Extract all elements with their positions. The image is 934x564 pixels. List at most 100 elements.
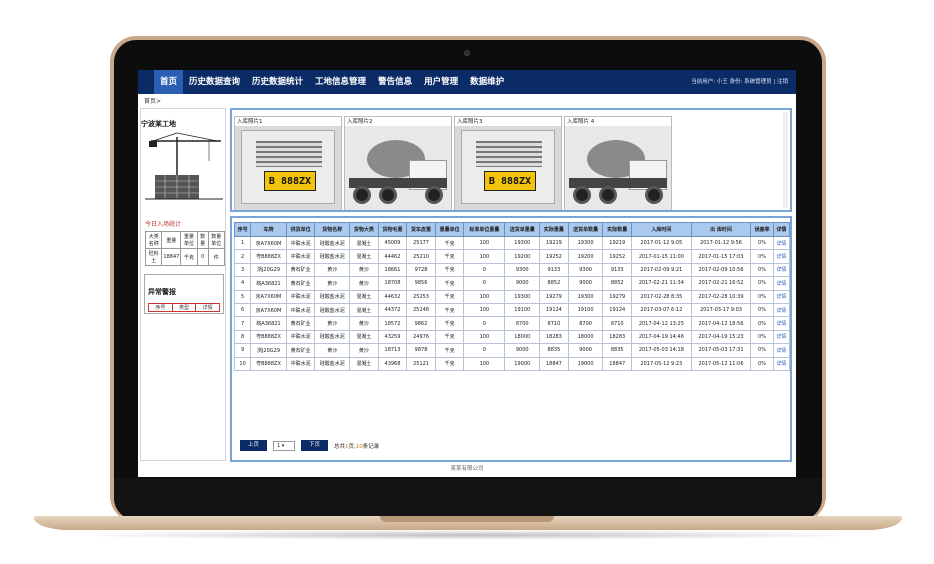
laptop-shadow	[60, 530, 876, 540]
table-cell: 皖A36821	[250, 276, 287, 291]
license-plate: B 888ZX	[484, 171, 536, 191]
table-cell: 2017-02-28 8:35	[631, 289, 692, 304]
photo-4[interactable]: 入库照片 4	[564, 116, 672, 210]
detail-link[interactable]: 详情	[772, 316, 791, 331]
column-header-10: 实际重量	[539, 222, 569, 237]
table-cell: 0	[463, 262, 506, 278]
table-cell: 19200	[504, 249, 541, 264]
photo-scrollbar[interactable]	[783, 112, 788, 208]
detail-link[interactable]: 详情	[772, 289, 791, 304]
table-cell: 硅酸盐水泥	[314, 356, 351, 371]
next-page-button[interactable]: 下页	[301, 440, 329, 451]
truck-grille	[256, 141, 322, 167]
photo-1[interactable]: 入库照片1 B 888ZX	[234, 116, 342, 210]
pager-summary: 总共1页,10条记录	[334, 442, 379, 450]
table-cell: 9000	[567, 343, 604, 358]
column-header-4: 货物大类	[349, 222, 379, 237]
detail-link[interactable]: 详情	[772, 329, 791, 345]
pager-summary-mid: 页,	[348, 443, 356, 450]
today-stat-table: 大类名称 重量 重量单位 数量 数量单位 砼料土 18847 千克 0 件	[144, 231, 226, 266]
nav-tab-3[interactable]: 工地信息管理	[309, 70, 372, 94]
table-cell: 2017-03-07 6:12	[631, 302, 692, 318]
table-cell: 粤B888ZX	[250, 356, 287, 371]
stat-header-2: 重量单位	[180, 231, 198, 249]
table-cell: 黄石矿业	[285, 343, 316, 358]
table-cell: 京A7X60M	[250, 235, 287, 251]
truck-front-image: B 888ZX	[461, 130, 555, 204]
photo-3[interactable]: 入库照片3 B 888ZX	[454, 116, 562, 210]
license-plate: B 888ZX	[264, 171, 316, 191]
breadcrumb[interactable]: 首页>	[144, 96, 161, 105]
detail-link[interactable]: 详情	[772, 276, 791, 291]
site-title: 宁波某工地	[141, 120, 176, 128]
table-cell: 0	[463, 343, 506, 358]
table-cell: 18847	[602, 356, 633, 371]
table-cell: 浙J20G29	[250, 262, 287, 278]
table-cell: 0%	[750, 302, 774, 318]
photo-2[interactable]: 入库照片2	[344, 116, 452, 210]
detail-link[interactable]: 详情	[772, 343, 791, 358]
alarm-table: 序号 类型 详情	[148, 303, 220, 312]
table-cell: 千克	[434, 302, 465, 318]
table-row: 1 京A7X60M 中联水泥 硅酸盐水泥 混凝土 45009 25177 千克 100 19300…	[233, 235, 791, 251]
table-cell: 2	[233, 249, 252, 264]
table-cell: 9	[233, 343, 252, 358]
table-cell: 京A7X60M	[250, 289, 287, 304]
stat-cell-2: 千克	[180, 248, 198, 266]
table-row: 10 粤B888ZX 中联水泥 硅酸盐水泥 混凝土 43968 25121 千克 100 1900…	[233, 356, 791, 371]
table-cell: 19100	[567, 302, 604, 318]
table-cell: 黄沙	[314, 316, 351, 331]
table-row: 3 浙J20G29 黄石矿业 黄沙 黄沙 18661 9728 千克 0 9300 9133 9300…	[233, 262, 791, 278]
table-cell: 8835	[539, 343, 569, 358]
detail-link[interactable]: 详情	[772, 302, 791, 318]
table-cell: 3	[233, 262, 252, 278]
detail-link[interactable]: 详情	[772, 235, 791, 251]
table-cell: 0%	[750, 316, 774, 331]
footer: 某某有限公司	[450, 466, 484, 472]
table-cell: 黄沙	[314, 262, 351, 278]
table-cell: 18572	[377, 316, 408, 331]
table-cell: 9000	[504, 276, 541, 291]
table-cell: 2017-05-03 17:31	[690, 343, 752, 358]
table-cell: 19279	[602, 289, 633, 304]
table-cell: 皖A36821	[250, 316, 287, 331]
detail-link[interactable]: 详情	[772, 262, 791, 278]
nav-tab-2[interactable]: 历史数据统计	[246, 70, 309, 94]
table-row: 8 粤B888ZX 中联水泥 硅酸盐水泥 混凝土 43259 24976 千克 100 18000…	[233, 329, 791, 345]
table-cell: 黄沙	[349, 262, 379, 278]
table-cell: 黄石矿业	[285, 262, 316, 278]
nav-tab-6[interactable]: 数据维护	[464, 70, 510, 94]
detail-link[interactable]: 详情	[772, 249, 791, 264]
prev-page-button[interactable]: 上页	[240, 440, 268, 451]
page-select[interactable]: 1 ▾	[273, 440, 296, 451]
column-header-9: 送货单重量	[504, 222, 541, 237]
table-cell: 7	[233, 316, 252, 331]
photo-image: B 888ZX	[455, 126, 561, 210]
table-cell: 中联水泥	[285, 356, 316, 371]
nav-tabs: 首页 历史数据查询 历史数据统计 工地信息管理 警告信息 用户管理 数据维护	[154, 70, 510, 94]
pager-summary-prefix: 总共	[334, 443, 346, 450]
table-cell: 硅酸盐水泥	[314, 289, 351, 304]
table-cell: 100	[463, 302, 506, 318]
alarm-header-1: 类型	[171, 303, 197, 312]
detail-link[interactable]: 详情	[772, 356, 791, 371]
table-cell: 0%	[750, 249, 774, 264]
column-header-15: 误差率	[750, 222, 774, 237]
column-header-5: 货物毛重	[377, 222, 408, 237]
table-cell: 黄石矿业	[285, 276, 316, 291]
table-cell: 18000	[567, 329, 604, 345]
nav-tab-0[interactable]: 首页	[154, 70, 184, 94]
table-cell: 25248	[406, 302, 436, 318]
table-cell: 19219	[602, 235, 633, 251]
user-info[interactable]: 当前用户: 小王 身份: 系统管理员 | 注销	[691, 70, 788, 94]
nav-tab-4[interactable]: 警告信息	[372, 70, 418, 94]
nav-tab-5[interactable]: 用户管理	[418, 70, 464, 94]
column-header-12: 实际数量	[602, 222, 633, 237]
table-cell: 千克	[434, 329, 465, 345]
nav-tab-1[interactable]: 历史数据查询	[183, 70, 246, 94]
table-cell: 18283	[602, 329, 633, 345]
table-cell: 2017-02-09 9:21	[631, 262, 692, 278]
table-cell: 43968	[377, 356, 408, 371]
table-cell: 硅酸盐水泥	[314, 249, 351, 264]
column-header-0: 序号	[233, 222, 252, 237]
